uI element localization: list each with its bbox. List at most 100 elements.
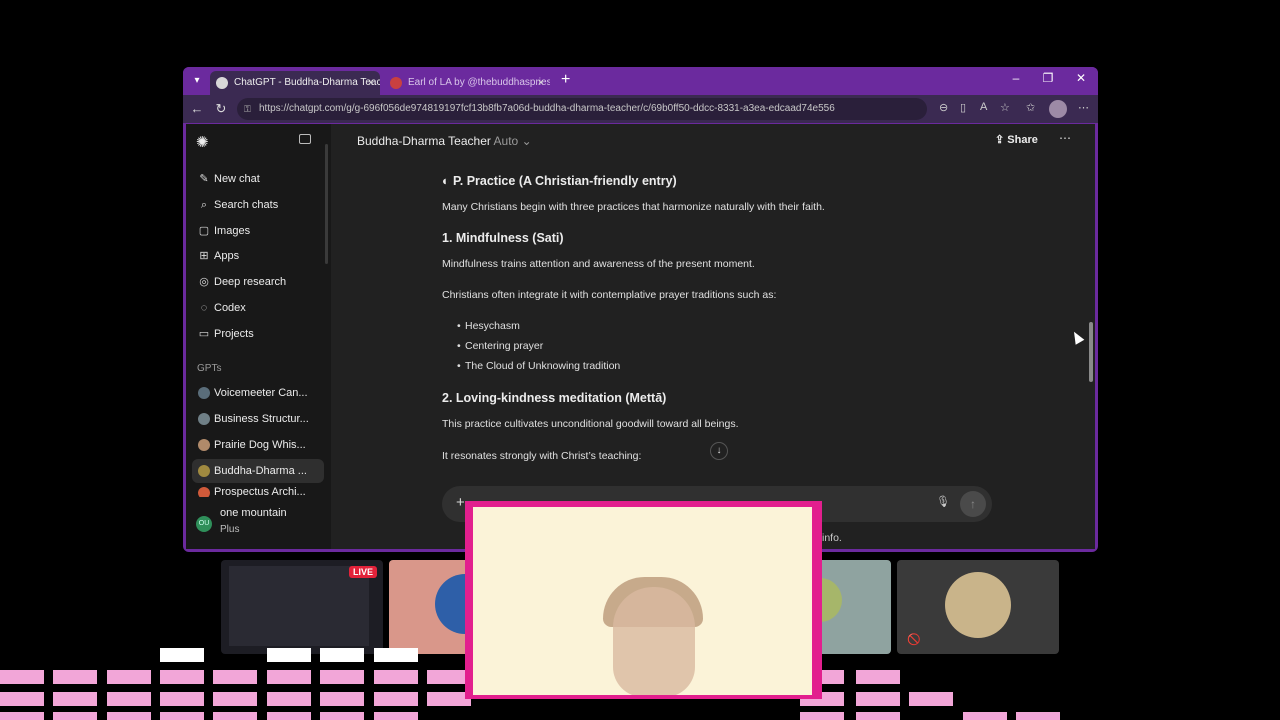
tab-close-icon[interactable]: × <box>368 71 374 95</box>
reader-icon[interactable]: ▯ <box>960 101 966 114</box>
gpt-avatar-icon <box>198 387 210 399</box>
visualizer-bar <box>53 712 97 720</box>
visualizer-bar <box>320 670 364 684</box>
sidebar-gpt-buddha-dharma[interactable]: Buddha-Dharma ... <box>192 459 324 483</box>
visualizer-bar <box>856 712 900 720</box>
sidebar-item-new-chat[interactable]: ✎ New chat <box>192 167 324 191</box>
paragraph: Mindfulness trains attention and awarene… <box>442 258 755 270</box>
sidebar-scrollbar[interactable] <box>325 144 328 264</box>
visualizer-bar <box>160 648 204 662</box>
browser-menu-icon[interactable]: ⋯ <box>1078 101 1089 114</box>
zoom-icon[interactable]: ⊖ <box>939 101 948 114</box>
visualizer-bar <box>856 692 900 706</box>
sidebar-item-label: Business Structur... <box>214 413 309 425</box>
participant-thumbnail[interactable]: 🚫 <box>897 560 1059 654</box>
sidebar-gpt-voicemeeter[interactable]: Voicemeeter Can... <box>192 381 324 405</box>
sidebar-item-images[interactable]: ▢ Images <box>192 219 324 243</box>
screen-share-thumbnail[interactable]: LIVE <box>221 560 383 654</box>
sidebar-item-label: Codex <box>214 302 246 314</box>
deep-research-icon: ◎ <box>199 276 209 288</box>
participant-thumbnail[interactable] <box>818 560 891 654</box>
visualizer-bar <box>107 692 151 706</box>
gpts-section-label: GPTs <box>197 363 222 374</box>
read-aloud-icon[interactable]: A <box>980 101 987 113</box>
avatar: OU <box>196 516 212 532</box>
participant-avatar <box>435 574 469 634</box>
add-attachment-icon[interactable]: + <box>456 494 465 511</box>
visualizer-bar <box>267 712 311 720</box>
window-close-icon[interactable]: ✕ <box>1071 71 1091 85</box>
sidebar-toggle-icon[interactable] <box>299 134 311 144</box>
sidebar-item-label: Buddha-Dharma ... <box>214 465 307 477</box>
sidebar-gpt-business[interactable]: Business Structur... <box>192 407 324 431</box>
share-icon: ⇪ <box>995 134 1005 146</box>
user-plan: Plus <box>220 524 240 535</box>
disclaimer-fragment: info. <box>822 532 842 544</box>
sidebar-gpt-prospectus[interactable]: Prospectus Archi... <box>192 485 324 497</box>
visualizer-bar <box>320 712 364 720</box>
sidebar-item-codex[interactable]: ◌ Codex <box>192 296 324 320</box>
profile-avatar[interactable] <box>1049 100 1067 118</box>
back-icon[interactable]: ← <box>189 101 205 116</box>
paragraph: This practice cultivates unconditional g… <box>442 418 739 430</box>
refresh-icon[interactable]: ↻ <box>213 101 229 117</box>
tab-list-icon[interactable]: ▾ <box>189 73 205 89</box>
chevron-down-icon: ⌄ <box>521 134 532 148</box>
visualizer-bar <box>0 670 44 684</box>
visualizer-bar <box>320 692 364 706</box>
visualizer-bar <box>213 692 257 706</box>
tab-earl-of-la[interactable]: Earl of LA by @thebuddhaspriest × <box>384 71 550 95</box>
main-scrollbar[interactable] <box>1089 322 1093 382</box>
address-bar: ← ↻ ⚿ https://chatgpt.com/g/g-696f056de9… <box>183 95 1098 123</box>
scroll-to-bottom-button[interactable]: ↓ <box>710 442 728 460</box>
visualizer-bar <box>107 712 151 720</box>
favorites-icon[interactable]: ✩ <box>1026 101 1035 114</box>
sidebar-item-deep-research[interactable]: ◎ Deep research <box>192 270 324 294</box>
visualizer-bar <box>0 692 44 706</box>
visualizer-bar <box>267 648 311 662</box>
gpt-avatar-icon <box>198 439 210 451</box>
openai-logo-icon[interactable]: ✺ <box>196 133 209 151</box>
site-info-icon[interactable]: ⚿ <box>244 98 251 120</box>
visualizer-bar <box>856 670 900 684</box>
new-tab-button[interactable]: + <box>561 71 570 89</box>
participant-thumbnail[interactable] <box>389 560 469 654</box>
list-item: Centering prayer <box>457 340 543 352</box>
visualizer-bar <box>374 648 418 662</box>
visualizer-bar <box>909 692 953 706</box>
sidebar-item-label: Apps <box>214 250 240 262</box>
gpt-avatar-icon <box>198 413 210 425</box>
user-profile[interactable]: OU one mountain Plus <box>186 504 331 549</box>
minimize-icon[interactable]: – <box>1006 71 1026 85</box>
microphone-icon[interactable]: 🎙 <box>936 495 950 508</box>
more-options-icon[interactable]: ⋯ <box>1059 131 1071 145</box>
sidebar-item-label: New chat <box>214 173 260 185</box>
sidebar-item-search-chats[interactable]: ⌕ Search chats <box>192 193 324 217</box>
gpt-name: Buddha-Dharma Teacher <box>357 134 491 148</box>
visualizer-bar <box>160 670 204 684</box>
url-field[interactable]: ⚿ https://chatgpt.com/g/g-696f056de97481… <box>237 98 927 120</box>
tab-chatgpt[interactable]: ChatGPT - Buddha-Dharma Teach × <box>210 71 380 95</box>
mode-label: Auto <box>493 134 519 148</box>
visualizer-bar <box>1016 712 1060 720</box>
search-icon: ⌕ <box>200 199 208 211</box>
model-selector[interactable]: Buddha-Dharma Teacher Auto ⌄ <box>357 134 532 148</box>
chat-header: Buddha-Dharma Teacher Auto ⌄ ⇪ Share ⋯ <box>331 124 1095 154</box>
sidebar-item-label: Projects <box>214 328 254 340</box>
image-icon: ▢ <box>198 225 210 237</box>
subheading: 1. Mindfulness (Sati) <box>442 231 564 245</box>
share-button[interactable]: ⇪ Share <box>995 133 1038 146</box>
list-item: The Cloud of Unknowing tradition <box>457 360 620 372</box>
sidebar-gpt-prairie-dog[interactable]: Prairie Dog Whis... <box>192 433 324 457</box>
visualizer-bar <box>963 712 1007 720</box>
sidebar-item-projects[interactable]: ▭ Projects <box>192 322 324 346</box>
visualizer-bar <box>374 670 418 684</box>
tab-close-icon[interactable]: × <box>538 71 544 95</box>
favorite-star-icon[interactable]: ☆ <box>1000 101 1010 114</box>
visualizer-bar <box>320 648 364 662</box>
send-button[interactable]: ↑ <box>960 491 986 517</box>
visualizer-bar <box>267 692 311 706</box>
sidebar-item-apps[interactable]: ⊞ Apps <box>192 244 324 268</box>
restore-icon[interactable]: ❐ <box>1038 71 1058 85</box>
gpt-avatar-icon <box>198 487 210 497</box>
